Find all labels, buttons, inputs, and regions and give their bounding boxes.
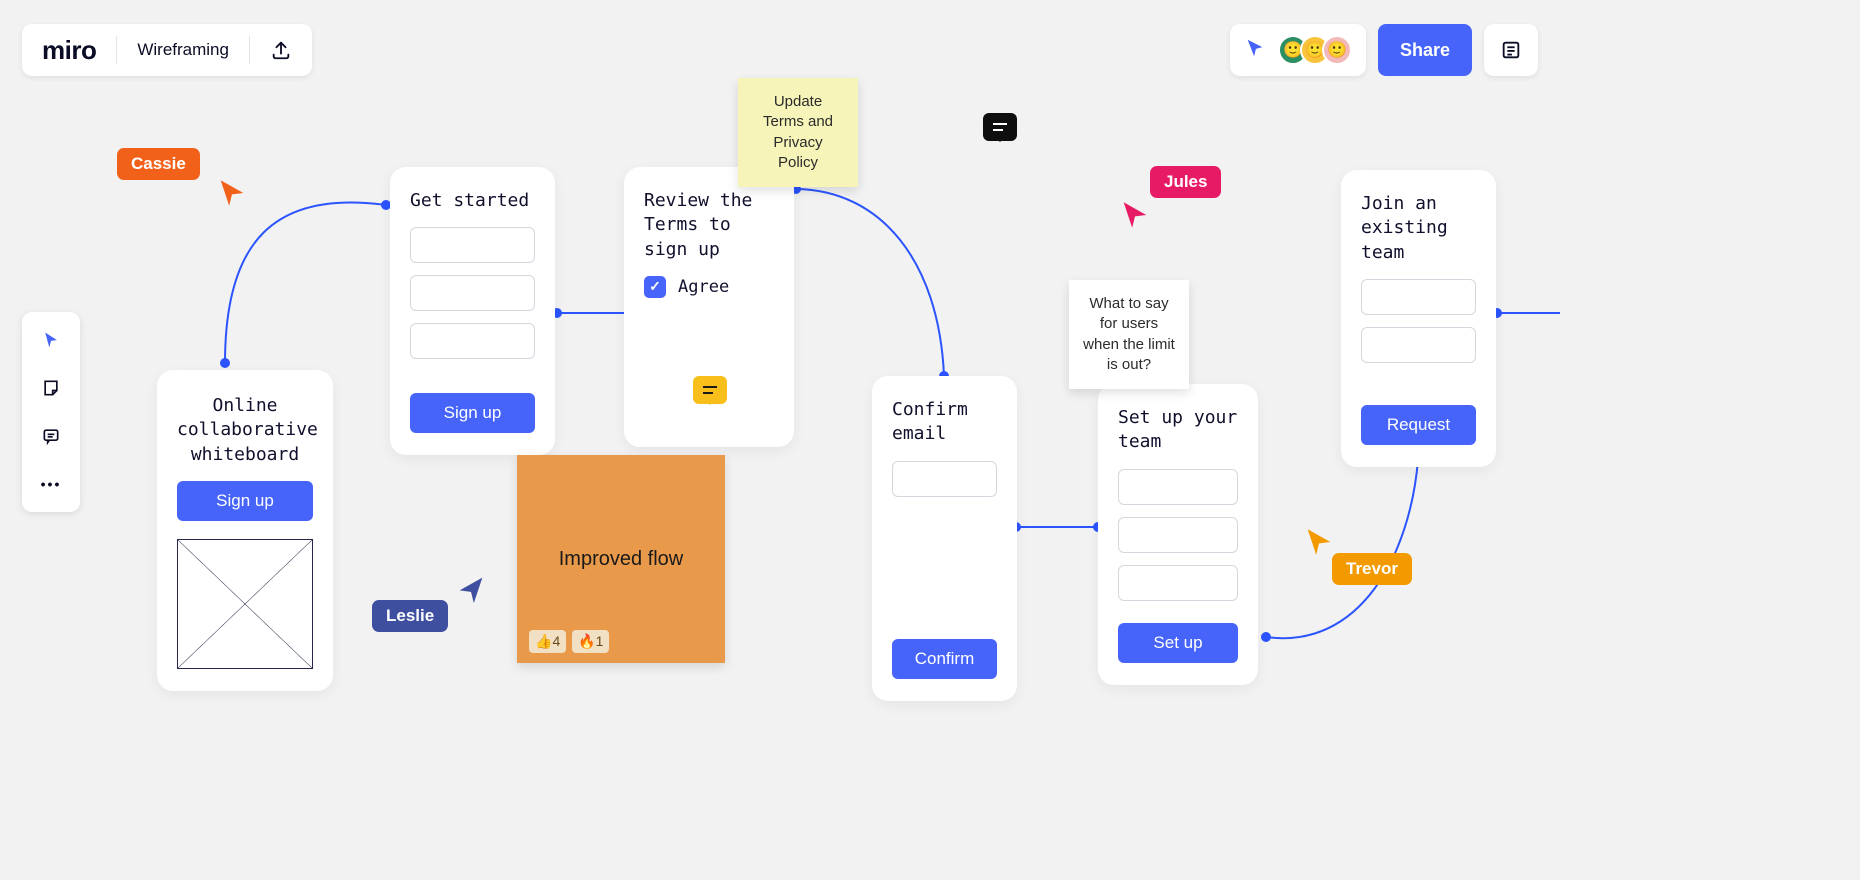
user-cursor-icon (1302, 525, 1336, 559)
wireframe-input[interactable] (410, 275, 535, 311)
comment-tool[interactable] (35, 420, 67, 452)
app-logo[interactable]: miro (22, 24, 116, 76)
reaction-count: 4 (552, 633, 560, 649)
wireframe-input[interactable] (892, 461, 997, 497)
wireframe-get-started[interactable]: Get started Sign up (390, 167, 555, 455)
avatar-stack[interactable]: 🙂 🙂 🙂 (1278, 35, 1352, 65)
wireframe-confirm-email[interactable]: Confirm email Confirm (872, 376, 1017, 701)
agree-label: Agree (678, 277, 729, 297)
more-tools[interactable]: ••• (35, 468, 67, 500)
wireframe-title: Join an existing team (1361, 192, 1476, 265)
wireframe-button[interactable]: Sign up (410, 393, 535, 433)
wireframe-input[interactable] (1361, 279, 1476, 315)
wireframe-title: Set up your team (1118, 406, 1238, 455)
logo-text: miro (42, 35, 96, 66)
wireframe-button[interactable]: Set up (1118, 623, 1238, 663)
sticky-text: Improved flow (537, 546, 705, 573)
wireframe-button[interactable]: Confirm (892, 639, 997, 679)
user-tag-jules: Jules (1150, 166, 1221, 198)
wireframe-input[interactable] (410, 227, 535, 263)
user-cursor-icon (215, 176, 249, 210)
user-cursor-icon (454, 572, 488, 606)
side-toolbar: ••• (22, 312, 80, 512)
user-tag-cassie: Cassie (117, 148, 200, 180)
wireframe-input[interactable] (410, 323, 535, 359)
comment-lines-icon (992, 122, 1008, 132)
board-name-button[interactable]: Wireframing (117, 24, 249, 76)
sticky-text: What to say for users when the limit is … (1083, 294, 1175, 375)
checkbox-checked-icon[interactable]: ✓ (644, 276, 666, 298)
comment-bubble[interactable] (983, 113, 1017, 141)
wireframe-input[interactable] (1118, 517, 1238, 553)
upload-icon (270, 39, 292, 61)
reaction-thumbs[interactable]: 👍4 (529, 630, 566, 653)
share-button[interactable]: Share (1378, 24, 1472, 76)
cursor-icon (41, 330, 61, 350)
user-tag-leslie: Leslie (372, 600, 448, 632)
wireframe-input[interactable] (1118, 469, 1238, 505)
cursor-filled-icon (1244, 37, 1266, 59)
reaction-emoji: 🔥 (578, 633, 595, 649)
wireframe-input[interactable] (1361, 327, 1476, 363)
sticky-note-tool[interactable] (35, 372, 67, 404)
wireframe-title: Confirm email (892, 398, 997, 447)
wireframe-title: Get started (410, 189, 535, 213)
wireframe-setup-team[interactable]: Set up your team Set up (1098, 384, 1258, 685)
user-cursor-icon (1118, 198, 1152, 232)
board-menu-button[interactable] (1484, 24, 1538, 76)
sticky-text: Update Terms and Privacy Policy (752, 92, 844, 173)
comment-lines-icon (702, 385, 718, 395)
sticky-note-orange[interactable]: Improved flow 👍4 🔥1 (517, 455, 725, 663)
comment-icon (41, 426, 61, 446)
wireframe-title: Review the Terms to sign up (644, 189, 774, 262)
agree-row[interactable]: ✓ Agree (644, 276, 774, 298)
wireframe-intro[interactable]: Online collaborative whiteboard Sign up (157, 370, 333, 691)
presence-pill: 🙂 🙂 🙂 (1230, 24, 1366, 76)
wireframe-button[interactable]: Request (1361, 405, 1476, 445)
sticky-note-yellow[interactable]: Update Terms and Privacy Policy (738, 78, 858, 187)
wireframe-button[interactable]: Sign up (177, 481, 313, 521)
export-button[interactable] (250, 24, 312, 76)
reaction-emoji: 👍 (535, 633, 552, 649)
reaction-count: 1 (596, 633, 604, 649)
top-right-toolbar: 🙂 🙂 🙂 Share (1230, 24, 1538, 76)
top-left-toolbar: miro Wireframing (22, 24, 312, 76)
avatar[interactable]: 🙂 (1322, 35, 1352, 65)
wireframe-input[interactable] (1118, 565, 1238, 601)
sticky-note-white[interactable]: What to say for users when the limit is … (1069, 280, 1189, 389)
list-icon (1500, 39, 1522, 61)
cursor-mode-button[interactable] (1244, 37, 1266, 64)
wireframe-image-placeholder (177, 539, 313, 669)
comment-bubble[interactable] (693, 376, 727, 404)
reaction-fire[interactable]: 🔥1 (572, 630, 609, 653)
board-name: Wireframing (137, 40, 229, 60)
sticky-note-icon (41, 378, 61, 398)
user-tag-trevor: Trevor (1332, 553, 1412, 585)
wireframe-join-team[interactable]: Join an existing team Request (1341, 170, 1496, 467)
select-tool[interactable] (35, 324, 67, 356)
reaction-row: 👍4 🔥1 (529, 630, 609, 653)
wireframe-title: Online collaborative whiteboard (177, 394, 313, 467)
